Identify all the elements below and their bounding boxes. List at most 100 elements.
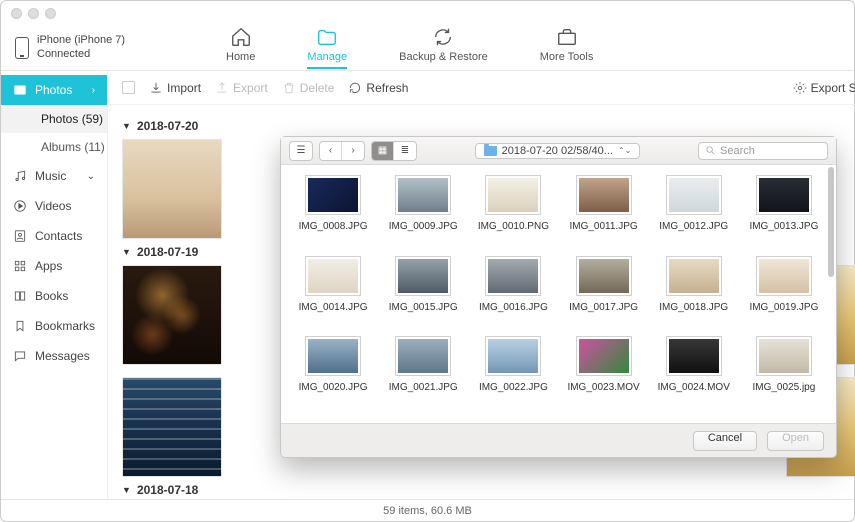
file-item[interactable]: IMG_0011.JPG <box>559 175 647 252</box>
phone-icon <box>15 37 29 59</box>
sidebar-item-videos[interactable]: Videos <box>1 191 107 221</box>
import-button[interactable]: Import <box>149 81 201 95</box>
file-label: IMG_0009.JPG <box>389 221 458 232</box>
file-item[interactable]: IMG_0010.PNG <box>469 175 557 252</box>
sidebar-item-messages[interactable]: Messages <box>1 341 107 371</box>
export-button[interactable]: Export <box>215 81 268 95</box>
sidebar-toggle-button[interactable]: ☰ <box>290 142 312 160</box>
collapse-icon: ▼ <box>122 247 131 257</box>
file-item[interactable]: IMG_0020.JPG <box>289 336 377 413</box>
gear-icon <box>793 81 807 95</box>
file-item[interactable]: IMG_0022.JPG <box>469 336 557 413</box>
photo-thumb[interactable] <box>122 139 222 239</box>
refresh-button[interactable]: Refresh <box>348 81 408 95</box>
file-item[interactable]: IMG_0023.MOV <box>559 336 647 413</box>
sidebar-sub-albums[interactable]: Albums (11) <box>1 133 107 161</box>
file-thumb <box>666 256 722 296</box>
photo-thumb[interactable] <box>122 377 222 477</box>
file-thumb <box>485 175 541 215</box>
file-label: IMG_0008.JPG <box>299 221 368 232</box>
file-thumb <box>485 336 541 376</box>
device-info[interactable]: iPhone (iPhone 7) Connected <box>1 34 171 60</box>
photo-thumb[interactable] <box>122 265 222 365</box>
updown-icon: ⌃⌄ <box>618 146 631 155</box>
file-item[interactable]: IMG_0009.JPG <box>379 175 467 252</box>
max-dot[interactable] <box>45 8 56 19</box>
tab-manage[interactable]: Manage <box>307 26 347 69</box>
file-label: IMG_0017.JPG <box>569 302 638 313</box>
file-thumb <box>756 256 812 296</box>
cancel-button[interactable]: Cancel <box>693 431 757 451</box>
header: iPhone (iPhone 7) Connected Home Manage … <box>1 25 854 71</box>
device-name: iPhone (iPhone 7) <box>37 34 125 47</box>
file-thumb <box>756 175 812 215</box>
status-bar: 59 items, 60.6 MB <box>1 499 854 521</box>
file-thumb <box>305 336 361 376</box>
sidebar-item-music[interactable]: Music ⌄ <box>1 161 107 191</box>
sidebar-item-bookmarks[interactable]: Bookmarks <box>1 311 107 341</box>
photos-icon <box>13 83 27 97</box>
forward-button[interactable]: › <box>342 142 364 160</box>
file-item[interactable]: IMG_0012.JPG <box>650 175 738 252</box>
file-item[interactable]: IMG_0008.JPG <box>289 175 377 252</box>
folder-icon <box>484 146 497 156</box>
file-item[interactable]: IMG_0016.JPG <box>469 256 557 333</box>
file-item[interactable]: IMG_0018.JPG <box>650 256 738 333</box>
grid-view-button[interactable]: ▦ <box>372 142 394 160</box>
file-label: IMG_0025.jpg <box>752 382 815 393</box>
home-icon <box>230 26 252 48</box>
tab-manage-label: Manage <box>307 51 347 63</box>
sync-icon <box>432 26 454 48</box>
file-thumb <box>395 175 451 215</box>
tab-backup[interactable]: Backup & Restore <box>399 26 488 69</box>
tab-tools-label: More Tools <box>540 51 594 63</box>
file-thumb <box>576 256 632 296</box>
sidebar-sub-photos[interactable]: Photos (59) <box>1 105 107 133</box>
folder-icon <box>316 26 338 48</box>
file-picker-modal: ☰ ‹ › ▦ ≣ 2018-07-20 02/58/40... ⌃⌄ Sear… <box>280 136 837 458</box>
import-icon <box>149 81 163 95</box>
sidebar-item-apps[interactable]: Apps <box>1 251 107 281</box>
min-dot[interactable] <box>28 8 39 19</box>
collapse-icon: ▼ <box>122 121 131 131</box>
delete-button[interactable]: Delete <box>282 81 335 95</box>
list-view-button[interactable]: ≣ <box>394 142 416 160</box>
tab-tools[interactable]: More Tools <box>540 26 594 69</box>
file-thumb <box>666 336 722 376</box>
play-icon <box>13 199 27 213</box>
file-item[interactable]: IMG_0019.JPG <box>740 256 828 333</box>
back-button[interactable]: ‹ <box>320 142 342 160</box>
file-item[interactable]: IMG_0013.JPG <box>740 175 828 252</box>
select-all-checkbox[interactable] <box>122 81 135 94</box>
music-icon <box>13 169 27 183</box>
toolbar: Import Export Delete Refresh Export Sett… <box>108 71 855 105</box>
file-item[interactable]: IMG_0015.JPG <box>379 256 467 333</box>
file-thumb <box>576 336 632 376</box>
file-label: IMG_0013.JPG <box>749 221 818 232</box>
date-group-header[interactable]: ▼2018-07-203 <box>122 119 855 133</box>
file-label: IMG_0023.MOV <box>567 382 639 393</box>
scrollbar[interactable] <box>828 167 834 277</box>
file-label: IMG_0014.JPG <box>299 302 368 313</box>
tab-home-label: Home <box>226 51 255 63</box>
file-item[interactable]: IMG_0024.MOV <box>650 336 738 413</box>
file-thumb <box>395 256 451 296</box>
toolbox-icon <box>556 26 578 48</box>
sidebar-item-books[interactable]: Books <box>1 281 107 311</box>
file-label: IMG_0016.JPG <box>479 302 548 313</box>
file-item[interactable]: IMG_0025.jpg <box>740 336 828 413</box>
file-item[interactable]: IMG_0017.JPG <box>559 256 647 333</box>
sidebar-item-photos[interactable]: Photos › <box>1 75 107 105</box>
export-setting-button[interactable]: Export Setting <box>793 81 855 95</box>
open-button[interactable]: Open <box>767 431 824 451</box>
path-dropdown[interactable]: 2018-07-20 02/58/40... ⌃⌄ <box>475 143 641 159</box>
file-thumb <box>305 256 361 296</box>
search-input[interactable]: Search <box>698 142 828 160</box>
search-icon <box>705 145 716 156</box>
file-item[interactable]: IMG_0021.JPG <box>379 336 467 413</box>
tab-home[interactable]: Home <box>226 26 255 69</box>
sidebar-item-contacts[interactable]: Contacts <box>1 221 107 251</box>
date-group-header[interactable]: ▼2018-07-1843 <box>122 483 855 497</box>
close-dot[interactable] <box>11 8 22 19</box>
file-item[interactable]: IMG_0014.JPG <box>289 256 377 333</box>
